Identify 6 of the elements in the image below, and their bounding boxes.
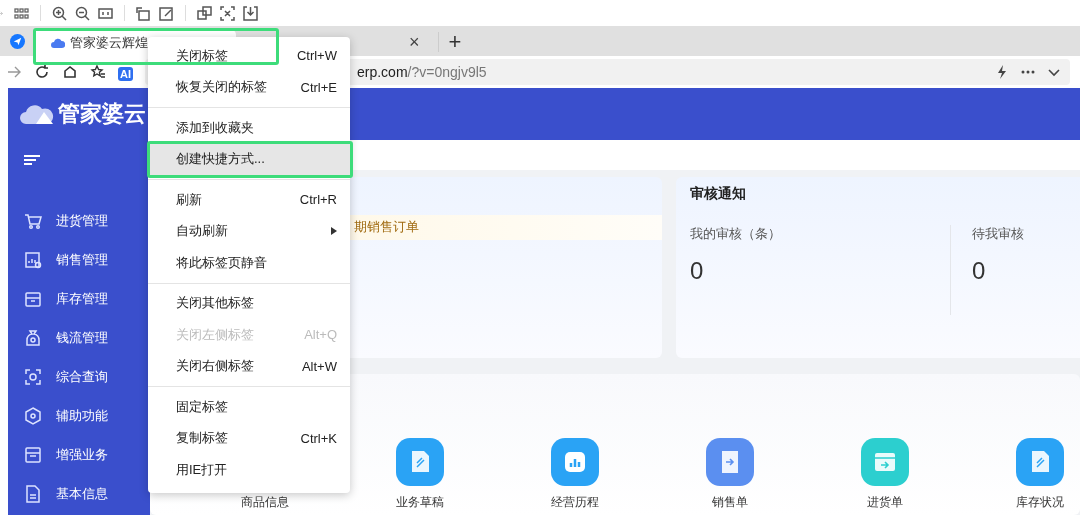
stat-value: 0: [690, 257, 705, 285]
card-title: 审核通知: [690, 185, 747, 203]
stat-value: 0: [972, 257, 987, 285]
stat-label: 待我审核: [972, 225, 1025, 243]
app-logo: 管家婆云: [58, 100, 146, 128]
stat-label: 我的审核（条）: [690, 225, 782, 243]
